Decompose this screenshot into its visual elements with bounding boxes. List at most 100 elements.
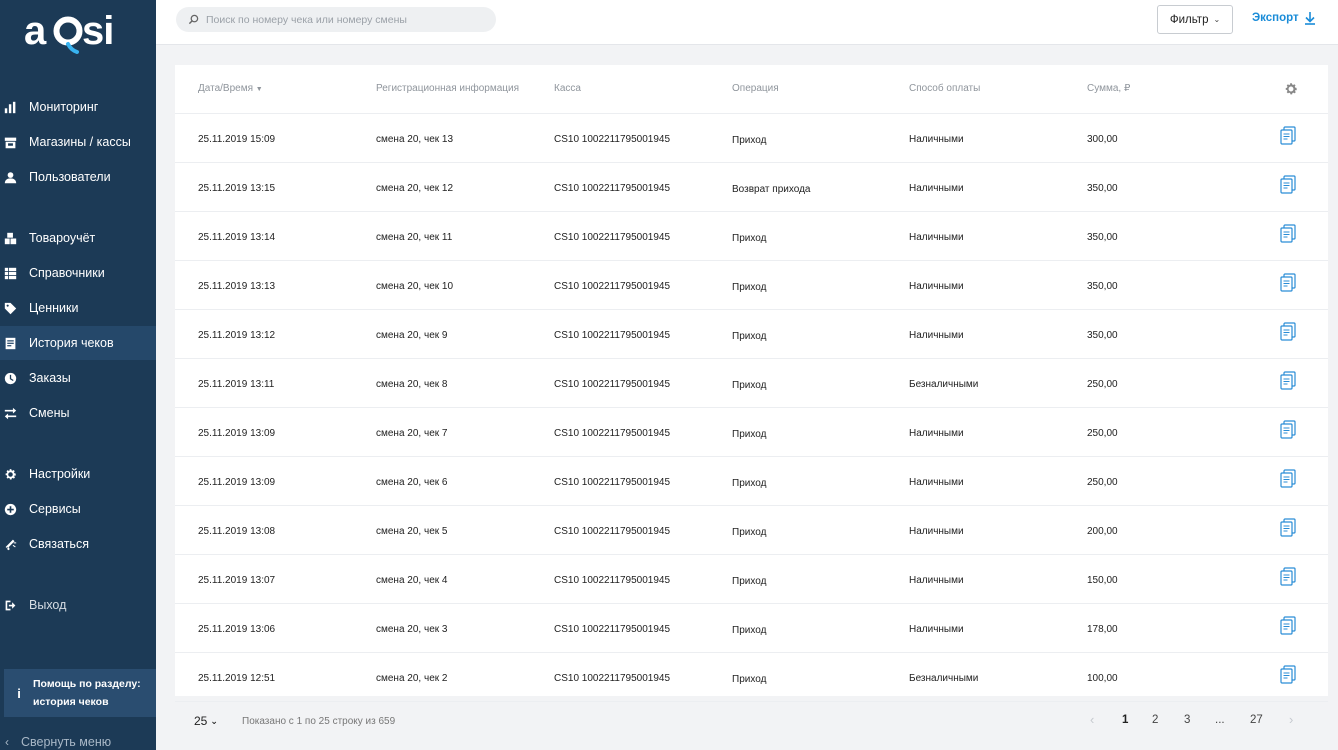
collapse-menu-button[interactable]: ‹ Свернуть меню [0,732,156,750]
gear-icon [3,467,17,481]
cell-sum: 350,00 [1087,183,1118,194]
cell-datetime: 25.11.2019 13:15 [198,183,276,194]
table-row[interactable]: 25.11.2019 13:06 смена 20, чек 3 CS10 1002… [175,604,1328,653]
column-settings-gear-icon[interactable] [1284,82,1298,96]
cell-reg: смена 20, чек 7 [376,428,448,439]
receipt-view-icon[interactable] [1280,322,1296,342]
table-row[interactable]: 25.11.2019 13:15 смена 20, чек 12 CS10 100… [175,163,1328,212]
sidebar-item-7[interactable]: История чеков [0,326,156,360]
receipt-view-icon[interactable] [1280,224,1296,244]
user-icon [3,170,17,184]
table-row[interactable]: 25.11.2019 13:09 смена 20, чек 6 CS10 1002… [175,457,1328,506]
cell-op: Приход [732,135,767,146]
filter-button[interactable]: Фильтр ⌄ [1157,5,1233,34]
cell-datetime: 25.11.2019 13:09 [198,428,276,439]
sidebar-item-9[interactable]: Смены [0,396,156,430]
sidebar-item-4[interactable]: Товароучёт [0,221,156,255]
next-page-button[interactable]: › [1289,712,1293,727]
cell-op: Приход [732,282,767,293]
page-button-3[interactable]: 3 [1184,714,1190,726]
cell-pay: Безналичными [909,379,979,390]
page-button-last[interactable]: 27 [1250,714,1263,726]
column-header-reg-info: Регистрационная информация [376,83,520,94]
sidebar-item-label: Заказы [29,371,71,385]
info-icon: i [17,685,21,701]
sidebar-item-5[interactable]: Справочники [0,256,156,290]
cell-sum: 250,00 [1087,379,1118,390]
receipt-view-icon[interactable] [1280,518,1296,538]
receipt-view-icon[interactable] [1280,665,1296,685]
cell-sum: 178,00 [1087,624,1118,635]
sidebar-item-label: История чеков [29,336,114,350]
store-icon [3,135,17,149]
table-row[interactable]: 25.11.2019 12:51 смена 20, чек 2 CS10 1002… [175,653,1328,702]
search-input[interactable] [206,13,486,26]
table-row[interactable]: 25.11.2019 15:09 смена 20, чек 13 CS10 100… [175,114,1328,163]
table-row[interactable]: 25.11.2019 13:14 смена 20, чек 11 CS10 100… [175,212,1328,261]
cell-register: CS10 1002211795001945 [554,379,671,390]
page-size-select[interactable]: 25 ⌄ [194,714,218,728]
sidebar-item-11[interactable]: Сервисы [0,492,156,526]
table-row[interactable]: 25.11.2019 13:08 смена 20, чек 5 CS10 1002… [175,506,1328,555]
help-text: Помощь по разделу: история чеков [33,675,141,711]
sidebar-item-10[interactable]: Настройки [0,457,156,491]
cell-register: CS10 1002211795001945 [554,281,671,292]
sidebar-item-6[interactable]: Ценники [0,291,156,325]
cell-datetime: 25.11.2019 13:12 [198,330,276,341]
cell-sum: 250,00 [1087,428,1118,439]
table-row[interactable]: 25.11.2019 13:13 смена 20, чек 10 CS10 100… [175,261,1328,310]
page-ellipsis: ... [1215,714,1225,726]
page-button-2[interactable]: 2 [1152,714,1158,726]
receipt-view-icon[interactable] [1280,469,1296,489]
tag-icon [3,301,17,315]
chevron-left-icon: ‹ [5,735,9,749]
sidebar-item-label: Магазины / кассы [29,135,131,149]
cell-reg: смена 20, чек 3 [376,624,448,635]
cell-register: CS10 1002211795001945 [554,575,671,586]
cell-datetime: 25.11.2019 13:09 [198,477,276,488]
cell-datetime: 25.11.2019 13:14 [198,232,276,243]
export-button[interactable]: Экспорт [1252,11,1316,25]
collapse-label: Свернуть меню [21,735,112,749]
receipt-view-icon[interactable] [1280,616,1296,636]
cell-register: CS10 1002211795001945 [554,428,671,439]
table-row[interactable]: 25.11.2019 13:09 смена 20, чек 7 CS10 1002… [175,408,1328,457]
help-section: история чеков [33,696,109,708]
cell-sum: 200,00 [1087,526,1118,537]
cell-op: Приход [732,233,767,244]
help-box[interactable]: i Помощь по разделу: история чеков [4,669,156,717]
sidebar-item-1[interactable]: Мониторинг [0,90,156,124]
cell-register: CS10 1002211795001945 [554,330,671,341]
receipts-table: Дата/Время ▼ Регистрационная информация … [175,65,1328,702]
column-header-operation: Операция [732,83,779,94]
page-button-1[interactable]: 1 [1122,714,1128,726]
cell-op: Приход [732,478,767,489]
table-row[interactable]: 25.11.2019 13:11 смена 20, чек 8 CS10 1002… [175,359,1328,408]
receipt-view-icon[interactable] [1280,273,1296,293]
sidebar-item-2[interactable]: Магазины / кассы [0,125,156,159]
prev-page-button[interactable]: ‹ [1090,712,1094,727]
column-header-datetime[interactable]: Дата/Время ▼ [198,83,263,94]
cell-register: CS10 1002211795001945 [554,183,671,194]
receipt-view-icon[interactable] [1280,420,1296,440]
table-row[interactable]: 25.11.2019 13:12 смена 20, чек 9 CS10 1002… [175,310,1328,359]
swap-icon [3,406,17,420]
logout-button[interactable]: Выход [0,588,156,622]
cell-register: CS10 1002211795001945 [554,624,671,635]
sidebar-item-12[interactable]: Связаться [0,527,156,561]
table-row[interactable]: 25.11.2019 13:07 смена 20, чек 4 CS10 1002… [175,555,1328,604]
receipt-view-icon[interactable] [1280,126,1296,146]
sidebar-item-8[interactable]: Заказы [0,361,156,395]
sidebar-item-3[interactable]: Пользователи [0,160,156,194]
cell-reg: смена 20, чек 4 [376,575,448,586]
cell-pay: Наличными [909,183,964,194]
receipt-view-icon[interactable] [1280,567,1296,587]
sidebar-item-label: Ценники [29,301,79,315]
logo[interactable]: a si [24,6,124,56]
cell-sum: 100,00 [1087,673,1118,684]
column-header-datetime-label: Дата/Время [198,83,254,94]
cell-reg: смена 20, чек 2 [376,673,448,684]
receipt-view-icon[interactable] [1280,371,1296,391]
cell-op: Приход [732,576,767,587]
receipt-view-icon[interactable] [1280,175,1296,195]
